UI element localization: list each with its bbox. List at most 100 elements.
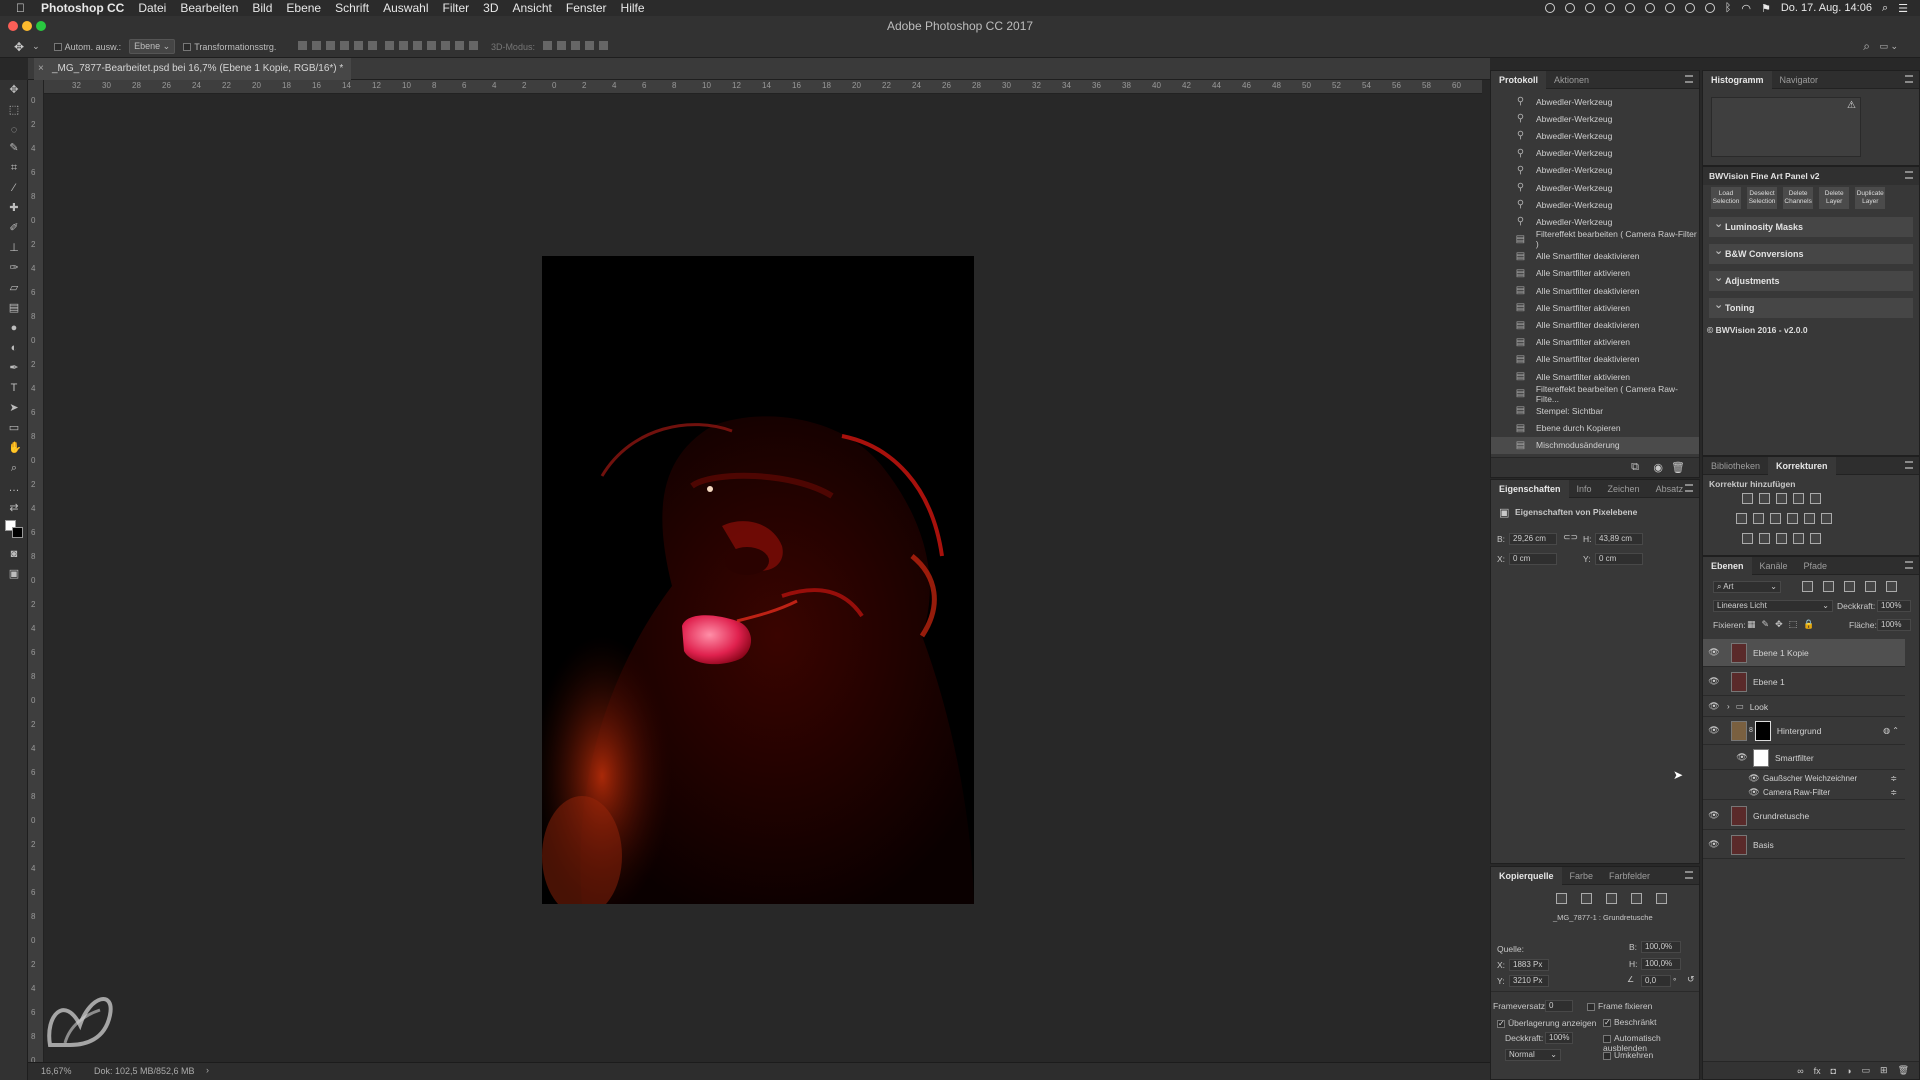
brush-tool-icon[interactable]: ✐ [8,222,20,234]
history-state[interactable]: ▤ Ebene durch Kopieren [1491,420,1699,437]
levels-icon[interactable] [1759,493,1770,504]
visibility-eye-icon[interactable]: 👁 [1707,810,1721,821]
tool-preset-chevron-icon[interactable]: ⌄ [32,41,40,52]
document-size[interactable]: Dok: 102,5 MB/852,6 MB [94,1066,195,1076]
menu-bild[interactable]: Bild [252,1,272,15]
invert-checkbox[interactable]: Umkehren [1603,1050,1653,1060]
quick-mask-icon[interactable]: ◙ [8,548,20,560]
layer-style-icon[interactable]: fx [1814,1066,1821,1076]
align-vcenter-icon[interactable] [312,41,322,50]
align-top-icon[interactable] [298,41,308,50]
tab-protokoll[interactable]: Protokoll [1491,70,1547,89]
width-field[interactable]: 29,26 cm [1509,533,1557,545]
close-tab-icon[interactable]: × [38,58,44,80]
drive-icon[interactable] [1644,3,1655,13]
background-color-swatch[interactable] [12,527,23,538]
clone-h-field[interactable]: 100,0% [1641,958,1681,970]
move-tool-icon[interactable]: ✥ [14,40,24,54]
overlay-blend-dropdown[interactable]: Normal ⌄ [1505,1049,1561,1061]
menu-filter[interactable]: Filter [442,1,469,15]
filter-options-icon[interactable]: ≑ [1890,788,1897,797]
threshold-icon[interactable] [1776,533,1787,544]
panel-menu-icon[interactable] [1905,171,1913,179]
panel-menu-icon[interactable] [1685,484,1693,492]
frame-offset-field[interactable]: 0 [1545,1000,1573,1012]
filter-type-icon[interactable] [1844,581,1855,592]
smartfilter-mask-thumbnail[interactable] [1753,748,1769,767]
tab-bibliotheken[interactable]: Bibliotheken [1703,457,1768,475]
visibility-eye-icon[interactable]: 👁 [1707,725,1721,736]
history-state[interactable]: ▤ Filtereffekt bearbeiten ( Camera Raw-Fi… [1491,384,1699,404]
crop-tool-icon[interactable]: ⌗ [8,162,20,174]
lock-pixels-icon[interactable]: ✎ [1762,619,1770,630]
type-tool-icon[interactable]: T [8,382,20,394]
selective-color-icon[interactable] [1810,533,1821,544]
posterize-icon[interactable] [1759,533,1770,544]
snapshot-icon[interactable]: ◉ [1653,461,1663,474]
exposure-icon[interactable] [1793,493,1804,504]
layer-grundretusche[interactable]: 👁 Grundretusche [1703,802,1905,830]
invert-icon[interactable] [1742,533,1753,544]
tab-eigenschaften[interactable]: Eigenschaften [1491,479,1569,498]
fill-field[interactable]: 100% [1877,619,1911,631]
y-field[interactable]: 0 cm [1595,553,1643,565]
shape-tool-icon[interactable]: ▭ [8,422,20,434]
hue-saturation-icon[interactable] [1736,513,1747,524]
bluetooth-icon[interactable]: ᛒ [1725,2,1732,14]
filter-shape-icon[interactable] [1865,581,1876,592]
distribute-left-icon[interactable] [426,41,436,50]
history-state[interactable]: ▤ Alle Smartfilter aktivieren [1491,368,1699,385]
history-state[interactable]: ▤ Alle Smartfilter aktivieren [1491,334,1699,351]
filter-pixel-icon[interactable] [1802,581,1813,592]
distribute-hcenter-icon[interactable] [440,41,450,50]
new-group-icon[interactable]: ▭ [1862,1065,1871,1076]
search-icon[interactable]: ⌕ [1863,39,1870,54]
blur-tool-icon[interactable]: ● [8,322,20,334]
history-brush-tool-icon[interactable]: ✑ [8,262,20,274]
dropbox-icon[interactable] [1584,3,1595,13]
apple-icon[interactable]:  [16,1,25,15]
3d-scale-icon[interactable] [598,41,608,50]
distribute-bottom-icon[interactable] [412,41,422,50]
hand-tool-icon[interactable]: ✋ [8,442,22,454]
cloud-icon[interactable] [1624,3,1635,13]
status-menu-arrow-icon[interactable]: › [206,1065,209,1075]
filter-gaussian-blur[interactable]: 👁 Gaußscher Weichzeichner ≑ [1703,771,1905,785]
x-field[interactable]: 0 cm [1509,553,1557,565]
reset-transform-icon[interactable]: ↺ [1687,974,1695,985]
distribute-top-icon[interactable] [384,41,394,50]
history-state[interactable]: ▤ Stempel: Sichtbar [1491,402,1699,419]
group-expand-chevron-icon[interactable]: › [1727,702,1730,711]
history-state[interactable]: ⚲ Abwedler-Werkzeug [1491,127,1699,144]
lock-artboard-icon[interactable]: ⬚ [1789,619,1798,630]
pen-tool-icon[interactable]: ✒ [8,362,20,374]
lasso-tool-icon[interactable]: ◌ [8,124,20,136]
filter-options-icon[interactable]: ≑ [1890,774,1897,783]
history-state[interactable]: ▤ Filtereffekt bearbeiten ( Camera Raw-Fi… [1491,229,1699,249]
panel-menu-icon[interactable] [1685,871,1693,879]
menu-hilfe[interactable]: Hilfe [621,1,645,15]
menu-app-name[interactable]: Photoshop CC [41,1,124,15]
layer-filter-dropdown[interactable]: ⌕ Art ⌄ [1713,581,1781,593]
document-image[interactable] [542,256,974,904]
history-state[interactable]: ⚲ Abwedler-Werkzeug [1491,179,1699,196]
clone-w-field[interactable]: 100,0% [1641,941,1681,953]
menu-bearbeiten[interactable]: Bearbeiten [180,1,238,15]
clipped-checkbox[interactable]: Beschränkt [1603,1017,1657,1027]
time-machine-icon[interactable] [1704,3,1715,13]
clone-y-field[interactable]: 3210 Px [1509,975,1549,987]
history-state[interactable]: ⚲ Abwedler-Werkzeug [1491,110,1699,127]
new-document-from-state-icon[interactable]: ⧉ [1631,461,1639,474]
frame-lock-checkbox[interactable]: Frame fixieren [1587,1001,1652,1011]
delete-layer-icon[interactable]: 🗑 [1898,1065,1909,1076]
visibility-eye-icon[interactable]: 👁 [1747,773,1761,784]
overlay-opacity-field[interactable]: 100% [1545,1032,1573,1044]
auto-select-checkbox[interactable]: Autom. ausw.: [53,42,121,52]
flag-icon[interactable]: ⚑ [1761,2,1771,15]
layer-smartfilter[interactable]: 👁 Smartfilter [1703,746,1905,770]
color-lookup-icon[interactable] [1821,513,1832,524]
clone-stamp-tool-icon[interactable]: ⊥ [8,242,20,254]
layer-basis[interactable]: 👁 Basis [1703,831,1905,859]
black-white-icon[interactable] [1770,513,1781,524]
tab-navigator[interactable]: Navigator [1772,71,1827,89]
